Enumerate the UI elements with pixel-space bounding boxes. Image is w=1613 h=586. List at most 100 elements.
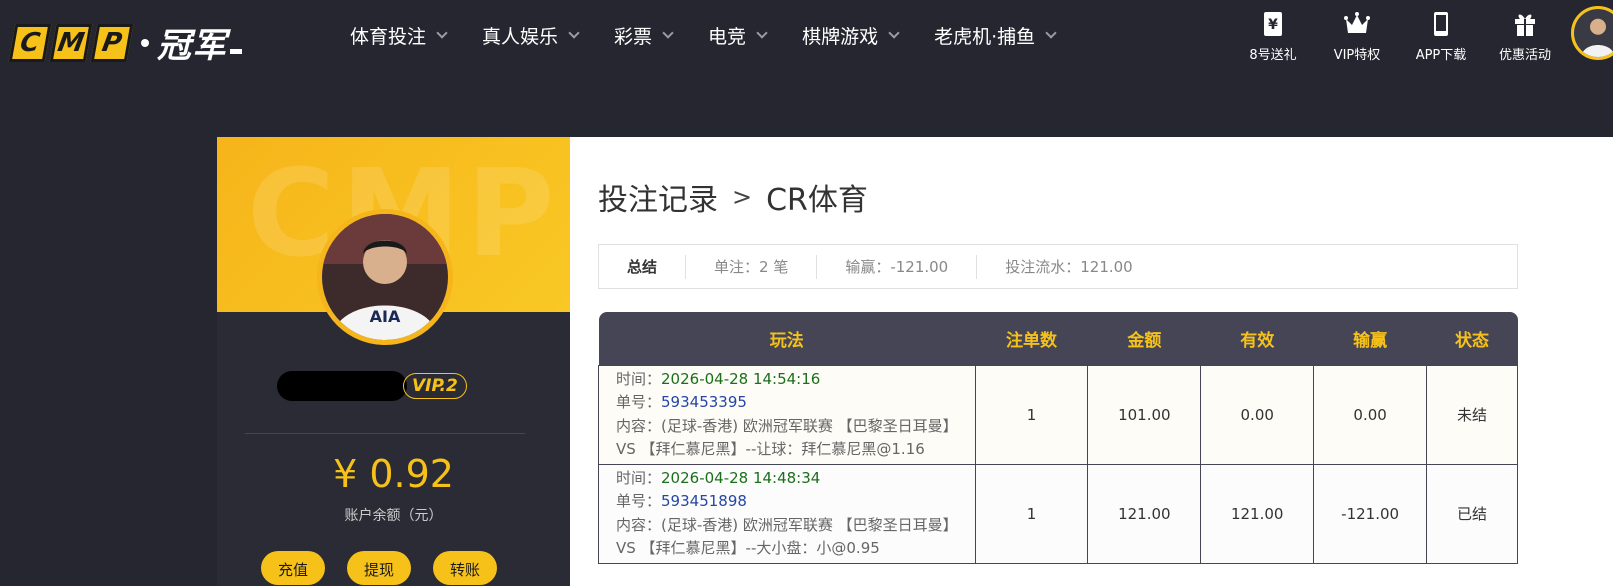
logo-dot xyxy=(141,38,149,47)
chevron-down-icon xyxy=(756,27,768,39)
transfer-button[interactable]: 转账 xyxy=(433,551,497,585)
user-sidebar: CMP AIA VIP.2 ¥ 0.92 账户余额（元） 充值 提现 转账 xyxy=(217,137,570,586)
vip-privilege-link[interactable]: VIP特权 xyxy=(1315,10,1399,63)
col-header-valid: 有效 xyxy=(1200,312,1314,365)
phone-icon xyxy=(1434,12,1448,36)
breadcrumb: 投注记录 > CR体育 xyxy=(598,175,868,219)
bet-content: (足球-香港) 欧洲冠军联赛 【巴黎圣日耳曼】 VS 【拜仁慕尼黑】--大小盘：… xyxy=(616,515,958,558)
bet-status: 未结 xyxy=(1426,364,1518,465)
withdraw-button[interactable]: 提现 xyxy=(347,551,411,585)
top-header: C M P 冠军 体育投注 真人娱乐 彩票 电竞 棋牌游戏 老虎机·捕鱼 ¥ 8… xyxy=(0,0,1613,76)
bet-amount: 121.00 xyxy=(1087,463,1202,564)
bet-order-id[interactable]: 593451898 xyxy=(661,492,747,510)
breadcrumb-bet-records[interactable]: 投注记录 xyxy=(598,175,718,219)
bet-content: (足球-香港) 欧洲冠军联赛 【巴黎圣日耳曼】 VS 【拜仁慕尼黑】--让球：拜… xyxy=(616,416,958,459)
bet-time: 2026-04-28 14:48:34 xyxy=(661,468,821,487)
bet-valid: 121.00 xyxy=(1200,463,1315,564)
profile-avatar: AIA xyxy=(317,209,453,345)
nav-label: 电竞 xyxy=(708,26,747,48)
main-nav: 体育投注 真人娱乐 彩票 电竞 棋牌游戏 老虎机·捕鱼 xyxy=(350,22,1091,49)
table-row: 时间：2026-04-28 14:48:34 单号：593451898 内容：(… xyxy=(598,463,1518,564)
bet-order-id[interactable]: 593453395 xyxy=(661,393,747,411)
col-header-status: 状态 xyxy=(1426,312,1518,365)
summary-label: 总结 xyxy=(599,254,687,279)
breadcrumb-cr-sports: CR体育 xyxy=(766,183,868,218)
logo-dash xyxy=(230,49,242,54)
col-header-count: 注单数 xyxy=(975,312,1088,365)
col-header-amount: 金额 xyxy=(1087,312,1201,365)
bet-info-cell: 时间：2026-04-28 14:54:16 单号：593453395 内容：(… xyxy=(598,364,976,465)
account-balance: ¥ 0.92 xyxy=(333,452,454,496)
promotions-link[interactable]: 优惠活动 xyxy=(1483,10,1567,63)
order-label: 单号： xyxy=(616,492,662,510)
summary-bet-count: 单注：2 笔 xyxy=(686,254,818,279)
sidebar-divider xyxy=(245,433,525,434)
col-header-winloss: 输赢 xyxy=(1313,312,1427,365)
nav-item-live-casino[interactable]: 真人娱乐 xyxy=(482,22,580,49)
time-label: 时间： xyxy=(616,468,662,487)
bet-status: 已结 xyxy=(1426,463,1518,564)
header-quick-links: ¥ 8号送礼 VIP特权 APP下载 优惠活动 xyxy=(1231,6,1613,63)
gift-icon xyxy=(1515,14,1535,36)
username-row: VIP.2 xyxy=(277,371,467,401)
yen-ticket-icon: ¥ xyxy=(1264,12,1282,36)
chevron-down-icon xyxy=(436,27,448,39)
svg-text:¥: ¥ xyxy=(1268,17,1278,33)
site-logo[interactable]: C M P 冠军 xyxy=(8,18,242,67)
avatar-image xyxy=(1574,9,1613,57)
bet-valid: 0.00 xyxy=(1200,364,1315,465)
logo-letter-m: M xyxy=(49,23,93,62)
bet-amount: 101.00 xyxy=(1087,364,1202,465)
promotions-label: 优惠活动 xyxy=(1498,48,1551,63)
bet-count: 1 xyxy=(974,463,1089,564)
bet-records-panel: 投注记录 > CR体育 总结 单注：2 笔 输赢：-121.00 投注流水：12… xyxy=(570,137,1613,586)
logo-letter-c: C xyxy=(8,23,52,62)
vip-level-badge: VIP.2 xyxy=(403,373,467,399)
nav-item-sports[interactable]: 体育投注 xyxy=(350,22,448,49)
bet-summary: 总结 单注：2 笔 输赢：-121.00 投注流水：121.00 xyxy=(598,244,1518,289)
nav-item-card-games[interactable]: 棋牌游戏 xyxy=(802,22,900,49)
wallet-actions: 充值 提现 转账 xyxy=(261,551,519,585)
profile-photo: AIA xyxy=(322,214,448,340)
breadcrumb-separator: > xyxy=(732,183,753,211)
order-label: 单号： xyxy=(616,393,662,411)
nav-item-slots-fishing[interactable]: 老虎机·捕鱼 xyxy=(934,22,1057,49)
time-label: 时间： xyxy=(616,369,662,388)
account-balance-label: 账户余额（元） xyxy=(344,508,443,524)
summary-turnover: 投注流水：121.00 xyxy=(1005,258,1133,276)
vip-privilege-label: VIP特权 xyxy=(1333,48,1381,63)
svg-text:AIA: AIA xyxy=(370,307,401,326)
app-download-label: APP下载 xyxy=(1415,48,1467,63)
logo-letter-p: P xyxy=(90,23,134,62)
chevron-down-icon xyxy=(888,27,900,39)
table-header-row: 玩法 注单数 金额 有效 输赢 状态 xyxy=(598,312,1518,365)
nav-item-esports[interactable]: 电竞 xyxy=(708,22,768,49)
bet-count: 1 xyxy=(974,364,1089,465)
content-label: 内容： xyxy=(616,416,662,435)
crown-icon xyxy=(1344,12,1370,33)
nav-item-lottery[interactable]: 彩票 xyxy=(614,22,674,49)
chevron-down-icon xyxy=(662,27,674,39)
bet-time: 2026-04-28 14:54:16 xyxy=(661,369,821,388)
user-avatar[interactable] xyxy=(1571,6,1613,60)
gift-8-label: 8号送礼 xyxy=(1249,48,1297,63)
nav-label: 老虎机·捕鱼 xyxy=(934,26,1036,48)
nav-label: 彩票 xyxy=(614,26,653,48)
username-redacted xyxy=(277,371,407,401)
bet-winloss: -121.00 xyxy=(1313,463,1428,564)
col-header-play: 玩法 xyxy=(598,312,976,365)
chevron-down-icon xyxy=(568,27,580,39)
nav-label: 体育投注 xyxy=(350,26,427,48)
app-download-link[interactable]: APP下载 xyxy=(1399,10,1483,63)
bet-info-cell: 时间：2026-04-28 14:48:34 单号：593451898 内容：(… xyxy=(598,463,976,564)
summary-winloss: 输赢：-121.00 xyxy=(817,254,978,279)
logo-text: 冠军 xyxy=(157,26,227,66)
bet-records-table: 玩法 注单数 金额 有效 输赢 状态 时间：2026-04-28 14:54:1… xyxy=(598,312,1518,564)
gift-8-link[interactable]: ¥ 8号送礼 xyxy=(1231,10,1315,63)
nav-label: 棋牌游戏 xyxy=(802,26,879,48)
bet-winloss: 0.00 xyxy=(1313,364,1428,465)
deposit-button[interactable]: 充值 xyxy=(261,551,325,585)
table-row: 时间：2026-04-28 14:54:16 单号：593453395 内容：(… xyxy=(598,364,1518,465)
content-label: 内容： xyxy=(616,515,662,534)
chevron-down-icon xyxy=(1045,27,1057,39)
